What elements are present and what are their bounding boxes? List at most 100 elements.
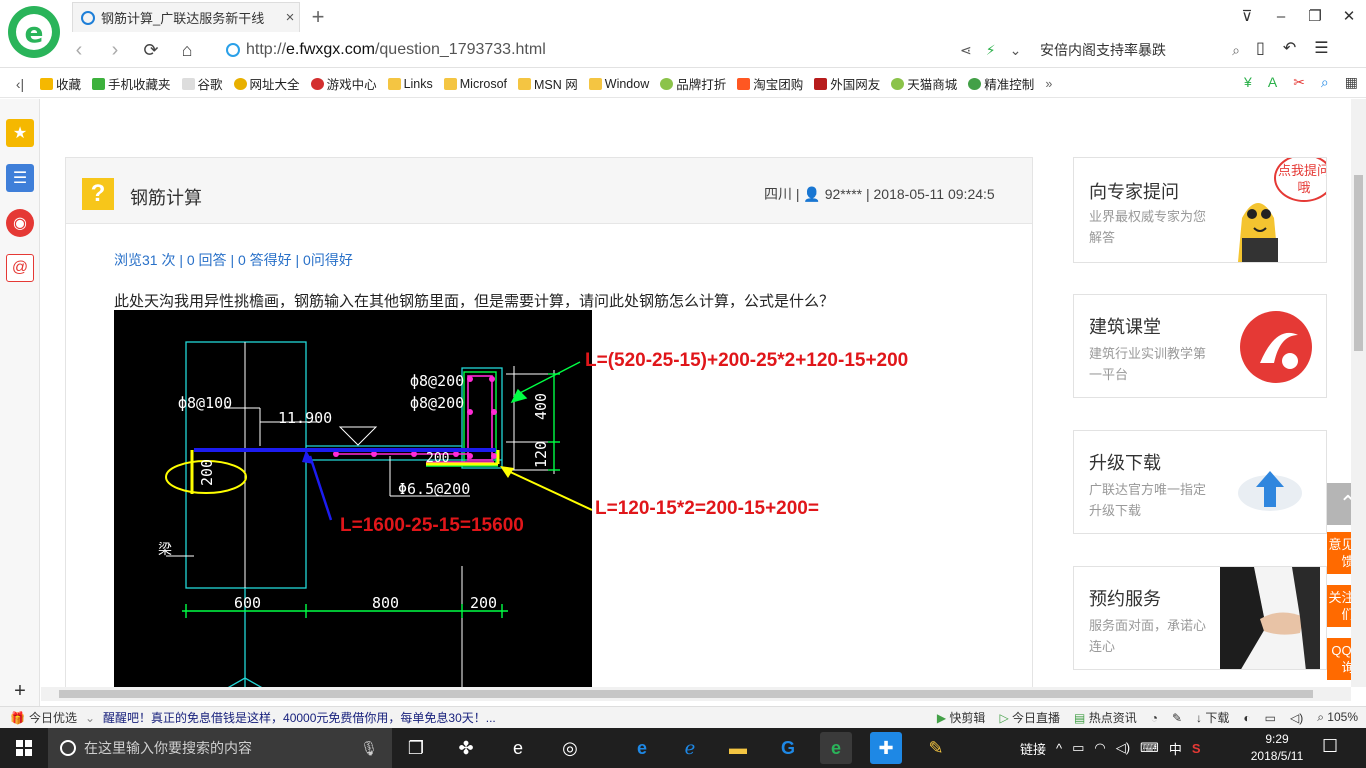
ask-expert-card[interactable]: 向专家提问 业界最权威专家为您解答 点我提问哦 bbox=[1073, 157, 1327, 263]
search-icon[interactable]: ⌕ bbox=[1232, 42, 1240, 59]
reload-button[interactable]: ⟳ bbox=[138, 38, 164, 62]
battery-icon[interactable]: ▭ bbox=[1072, 740, 1084, 756]
weibo-icon[interactable]: ◉ bbox=[6, 209, 34, 237]
bookmark-item[interactable]: 淘宝团购 bbox=[737, 74, 803, 93]
undo-icon[interactable]: ↶ bbox=[1283, 38, 1296, 58]
scroll-thumb[interactable] bbox=[59, 690, 1313, 698]
new-tab-button[interactable]: + bbox=[306, 4, 330, 30]
cad-drawing-image[interactable]: ф8@100 11.900 ф8@200 ф8@200 200 Φ6.5@200… bbox=[114, 310, 593, 687]
task-view-icon[interactable]: ❐ bbox=[400, 732, 432, 764]
browser-app-icon[interactable]: e bbox=[820, 732, 852, 764]
edge-icon[interactable]: e bbox=[626, 732, 658, 764]
taskbar-search-input[interactable]: 在这里输入你要搜索的内容 🎙 bbox=[48, 728, 392, 768]
minimize-button[interactable]: – bbox=[1264, 0, 1298, 32]
menu-icon[interactable]: ☰ bbox=[1314, 38, 1328, 58]
bookmark-more-button[interactable]: » bbox=[1045, 77, 1052, 91]
home-button[interactable]: ⌂ bbox=[174, 38, 200, 62]
bookmark-item[interactable]: 天猫商城 bbox=[891, 74, 957, 93]
settings-app-icon[interactable]: ◎ bbox=[554, 732, 586, 764]
notes-app-icon[interactable]: ✎ bbox=[920, 732, 952, 764]
glodon-app-icon[interactable]: G bbox=[772, 732, 804, 764]
forward-button[interactable]: › bbox=[102, 38, 128, 62]
qq-consult-button[interactable]: QQ咨询 bbox=[1327, 638, 1351, 680]
tab-close-button[interactable]: × bbox=[281, 9, 299, 26]
search-input[interactable]: 安倍内阁支持率暴跌 ⌕ bbox=[1040, 37, 1240, 63]
appointment-service-card[interactable]: 预约服务 服务面对面，承诺心连心 bbox=[1073, 566, 1327, 670]
today-picks-label[interactable]: 今日优选 bbox=[29, 709, 77, 726]
keyboard-icon[interactable]: ⌨ bbox=[1140, 740, 1159, 756]
horizontal-scrollbar[interactable] bbox=[41, 687, 1351, 701]
building-class-card[interactable]: 建筑课堂 建筑行业实训教学第一平台 bbox=[1073, 294, 1327, 398]
scissors-icon[interactable]: ✂ bbox=[1293, 74, 1305, 91]
fan-app-icon[interactable]: ✤ bbox=[450, 732, 482, 764]
skin-button[interactable]: ⊽ bbox=[1230, 0, 1264, 32]
tray-link-label[interactable]: 链接 bbox=[1020, 739, 1046, 758]
url-bar[interactable]: http://e.fwxgx.com/question_1793733.html bbox=[226, 36, 946, 64]
bookmark-item[interactable]: 游戏中心 bbox=[310, 74, 377, 93]
bookmark-item[interactable]: MSN 网 bbox=[518, 74, 578, 93]
taskbar-clock[interactable]: 9:29 2018/5/11 bbox=[1240, 731, 1314, 765]
bookmark-item[interactable]: 手机收藏夹 bbox=[92, 74, 171, 93]
bookmark-item[interactable]: Window bbox=[588, 77, 649, 91]
translate-icon[interactable]: A bbox=[1268, 74, 1277, 91]
ie-icon[interactable]: ℯ bbox=[674, 732, 706, 764]
plus-app-icon[interactable]: ✚ bbox=[870, 732, 902, 764]
bookmark-item[interactable]: 谷歌 bbox=[181, 74, 223, 93]
bookmark-item[interactable]: Links bbox=[387, 77, 433, 91]
bookmark-item[interactable]: 收藏 bbox=[40, 74, 81, 93]
ime-indicator[interactable]: 中 bbox=[1169, 739, 1182, 758]
chevron-up-icon[interactable]: ^ bbox=[1056, 741, 1062, 756]
volume-icon[interactable]: ◁) bbox=[1116, 740, 1130, 756]
live-button[interactable]: ▷ 今日直播 bbox=[999, 709, 1060, 726]
sidebar-toggle-icon[interactable]: ‹| bbox=[0, 76, 40, 92]
bookmark-item[interactable]: 品牌打折 bbox=[660, 74, 726, 93]
back-to-top-button[interactable]: ⌃ bbox=[1327, 483, 1351, 525]
chevron-down-icon[interactable]: ⌄ bbox=[1010, 42, 1022, 59]
reader-icon[interactable]: ☰ bbox=[6, 164, 34, 192]
speed-mode-icon[interactable]: ⚡ bbox=[986, 42, 996, 59]
share-icon[interactable]: ⋖ bbox=[960, 42, 972, 59]
bookmark-item[interactable]: 外国网友 bbox=[814, 74, 880, 93]
close-window-button[interactable]: ✕ bbox=[1332, 0, 1366, 32]
scroll-thumb[interactable] bbox=[1354, 175, 1363, 351]
wifi-icon[interactable]: ◠ bbox=[1094, 740, 1105, 756]
ie-old-icon[interactable]: e bbox=[502, 732, 534, 764]
zoom-button[interactable]: ⌕ 105% bbox=[1317, 710, 1358, 725]
news-ticker-link[interactable]: 醒醒吧！真正的免息借钱是这样，40000元免费借你用，每单免息30天！... bbox=[103, 709, 496, 726]
question-stats[interactable]: 浏览31 次 | 0 回答 | 0 答得好 | 0问得好 bbox=[114, 250, 353, 270]
bookmark-item[interactable]: 精准控制 bbox=[968, 74, 1034, 93]
pin-icon[interactable]: ✎ bbox=[1172, 711, 1182, 725]
bookmark-item[interactable]: Microsof bbox=[443, 77, 507, 91]
back-button[interactable]: ‹ bbox=[66, 38, 92, 62]
upgrade-download-card[interactable]: 升级下载 广联达官方唯一指定升级下载 bbox=[1073, 430, 1327, 534]
quick-clip-button[interactable]: ▶ 快剪辑 bbox=[937, 709, 986, 726]
apps-icon[interactable]: ▦ bbox=[1345, 74, 1358, 91]
microphone-icon[interactable]: 🎙 bbox=[360, 740, 378, 757]
add-sidebar-icon[interactable]: + bbox=[6, 677, 34, 705]
tab-active[interactable]: 钢筋计算_广联达服务新干线 × bbox=[72, 2, 300, 32]
search-icon[interactable]: ⌕ bbox=[1321, 74, 1329, 91]
follow-us-button[interactable]: 关注我们 bbox=[1327, 585, 1351, 627]
hot-news-button[interactable]: ▤ 热点资讯 bbox=[1074, 709, 1137, 726]
feedback-button[interactable]: 意见反馈 bbox=[1327, 532, 1351, 574]
start-button[interactable] bbox=[0, 728, 48, 768]
shield-icon[interactable]: ¥ bbox=[1244, 74, 1252, 91]
favorites-star-icon[interactable]: ★ bbox=[6, 119, 34, 147]
sound-icon[interactable]: ◁) bbox=[1290, 711, 1303, 725]
action-center-icon[interactable]: ☐ bbox=[1322, 736, 1338, 757]
night-icon[interactable]: ◐ bbox=[1243, 711, 1250, 725]
vertical-scrollbar[interactable] bbox=[1351, 99, 1366, 687]
bookmark-item[interactable]: 网址大全 bbox=[233, 74, 300, 93]
window-icon[interactable]: ▭ bbox=[1265, 711, 1276, 725]
browser-logo-icon[interactable]: e bbox=[8, 6, 60, 58]
site-info-icon[interactable] bbox=[226, 43, 240, 57]
download-button[interactable]: ↓ 下载 bbox=[1196, 709, 1229, 726]
file-explorer-icon[interactable]: ▬ bbox=[722, 732, 754, 764]
speed-icon[interactable]: ◔ bbox=[1151, 711, 1158, 725]
browser-tools: ▯ ↶ ☰ bbox=[1256, 38, 1329, 58]
mail-icon[interactable]: @ bbox=[6, 254, 34, 282]
mobile-icon[interactable]: ▯ bbox=[1256, 38, 1265, 58]
chevron-down-icon[interactable]: ⌄ bbox=[85, 711, 95, 725]
sogou-icon[interactable]: S bbox=[1192, 741, 1201, 756]
restore-button[interactable]: ❐ bbox=[1298, 0, 1332, 32]
